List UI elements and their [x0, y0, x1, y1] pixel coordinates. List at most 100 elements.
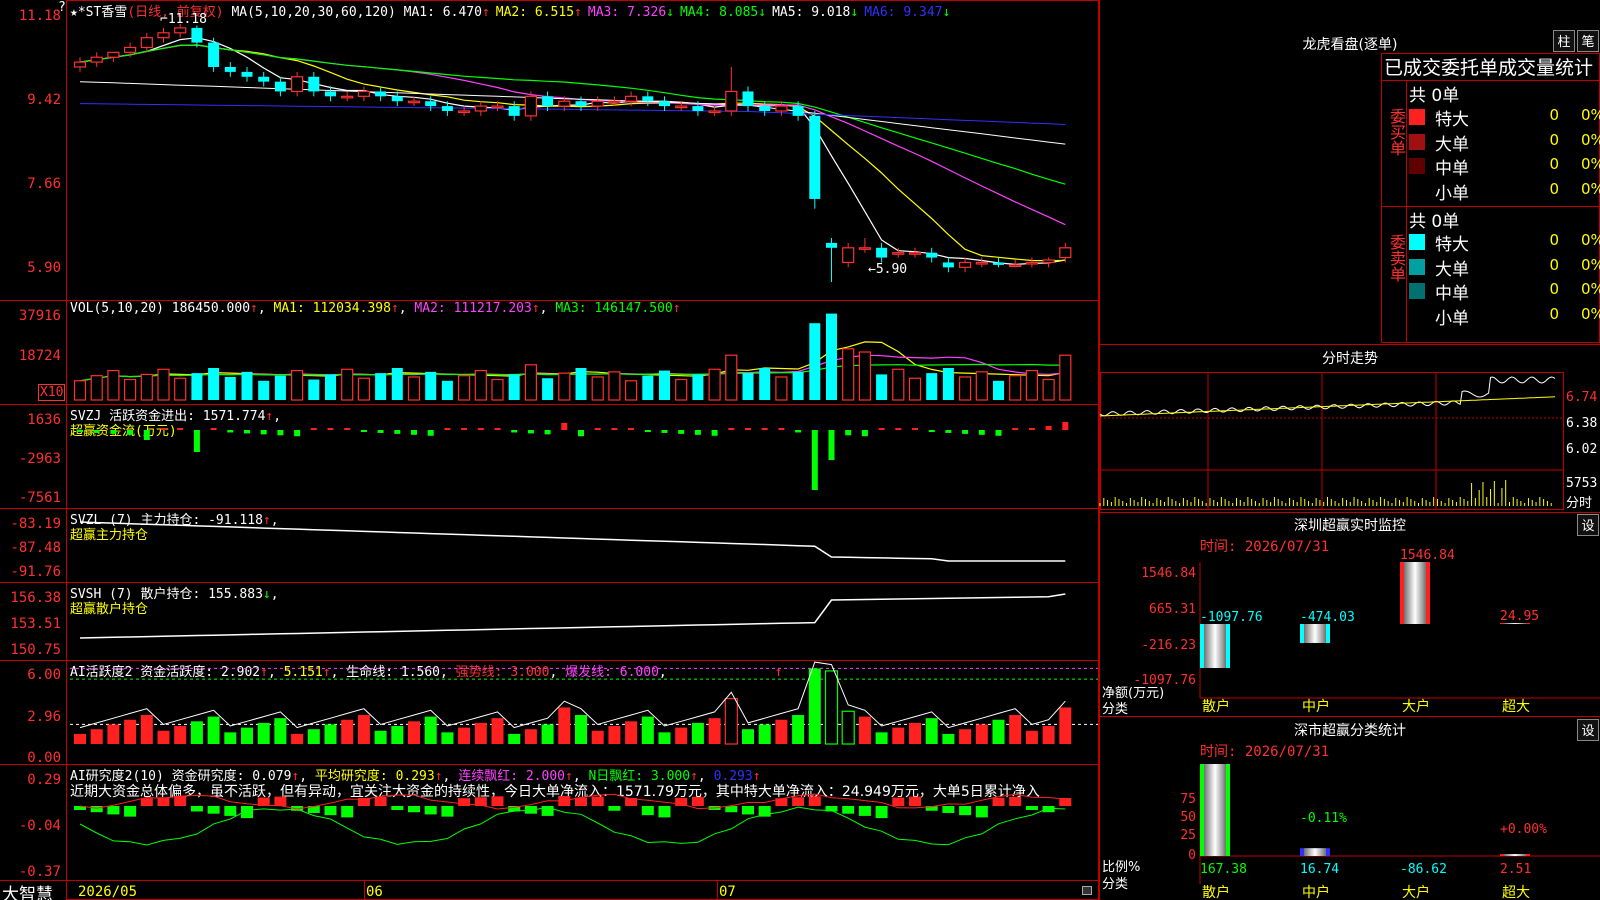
order-count: 0 [1549, 231, 1559, 249]
candle-body [107, 51, 120, 58]
research-bar [992, 797, 1005, 806]
vol-bar [357, 377, 370, 401]
flow-bar [861, 430, 868, 437]
research-bar [975, 806, 988, 818]
ma-line [79, 44, 1066, 226]
order-pct: 0% [1581, 179, 1600, 198]
research-bar [892, 797, 905, 806]
flow-bar [1062, 422, 1069, 430]
candle-body [308, 76, 320, 92]
sz-bar-value: -474.03 [1300, 610, 1355, 625]
order-pct: 0% [1581, 255, 1600, 274]
vol-bar [624, 380, 638, 401]
column-view-button[interactable]: 柱 [1553, 30, 1575, 52]
vol-bar [826, 313, 837, 400]
buy-order-row: 小单 0 0% [1409, 178, 1600, 204]
activity-bar [1042, 726, 1055, 744]
activity-bar [708, 718, 721, 744]
szc-bar [1204, 764, 1226, 856]
flow-bar [110, 430, 117, 434]
activity-bar [357, 715, 370, 744]
candle-body [174, 27, 187, 34]
dragon-tiger-title: 龙虎看盘(逐单) [1302, 37, 1398, 53]
candle-body [842, 247, 855, 264]
order-size-label: 小单 [1435, 308, 1469, 329]
order-size-label: 大单 [1435, 134, 1469, 155]
flow-bar [544, 430, 551, 435]
fund-flow-chart [77, 422, 1069, 490]
candle-body [608, 100, 621, 104]
candle-body [1059, 247, 1072, 259]
candle-body [692, 106, 704, 111]
flow-bar [294, 430, 301, 437]
activity-bar [824, 670, 839, 745]
candle-body [191, 27, 203, 43]
activity-bar [90, 729, 103, 744]
flow-bar [761, 428, 768, 430]
activity-bar [341, 719, 354, 744]
flow-bar [244, 430, 250, 434]
flow-bar [795, 430, 802, 433]
candle-body [775, 105, 788, 112]
flow-bar [344, 428, 351, 430]
vol-bar [1059, 354, 1072, 401]
vol-bar [608, 371, 621, 401]
dragon-tiger-subtitle: 已成交委托单成交量统计 [1384, 57, 1594, 79]
vol-bar [858, 351, 872, 401]
sz-bar [1304, 623, 1326, 643]
flow-bar [945, 430, 952, 433]
research-bar [124, 806, 137, 817]
vol-bar [775, 376, 788, 401]
activity-bar [190, 721, 203, 744]
flow-bar [828, 430, 835, 460]
sz-cat-3: 超大 [1502, 699, 1530, 715]
research-bar [458, 798, 471, 806]
research-bar [1059, 798, 1072, 806]
activity-bar [909, 722, 921, 744]
lock-icon[interactable] [1082, 886, 1092, 895]
candle-body [942, 262, 954, 268]
szc-bar [1504, 854, 1526, 856]
vol-bar [391, 368, 403, 400]
research-bar [341, 806, 354, 818]
vol-bar [157, 368, 170, 401]
vol-bar [291, 369, 304, 401]
activity-bar [742, 729, 754, 744]
research-bar [441, 806, 454, 817]
candle-body [508, 106, 520, 116]
candle-body [558, 100, 571, 107]
vol-bar [975, 371, 988, 401]
activity-bar [207, 716, 220, 744]
flow-bar [745, 428, 751, 430]
candle-body [742, 91, 754, 107]
research-bar [691, 796, 704, 806]
activity-bar [324, 724, 337, 744]
candle-body [725, 90, 738, 112]
date-label-1: 06 [366, 884, 383, 900]
candle-body [491, 105, 504, 109]
candle-body [357, 90, 370, 97]
divider-bottom-bar [0, 880, 1100, 881]
research-bar [842, 806, 855, 814]
activity-bar [892, 727, 905, 744]
candle-body [425, 101, 437, 107]
vol-bar [1042, 378, 1055, 401]
activity-bar [408, 721, 420, 744]
activity-bar [775, 719, 788, 744]
candle-body [524, 95, 538, 117]
brand-logo: 大智慧 [2, 885, 53, 900]
vol-bar [107, 369, 120, 401]
vol-bar [809, 323, 821, 400]
research-bar [391, 806, 404, 810]
vol-bar [692, 374, 704, 400]
vol-bar [659, 370, 670, 400]
activity-bar [374, 730, 387, 744]
color-swatch [1409, 133, 1425, 150]
sz-monitor-chart: -1097.76 -474.03 1546.84 24.95 [1199, 548, 1600, 699]
vol-bar [425, 371, 437, 400]
flow-bar [694, 430, 701, 435]
flow-bar [962, 430, 969, 434]
activity-bar [841, 710, 855, 745]
szc-value-label: 16.74 [1300, 862, 1339, 877]
tick-view-button[interactable]: 笔 [1577, 30, 1599, 52]
